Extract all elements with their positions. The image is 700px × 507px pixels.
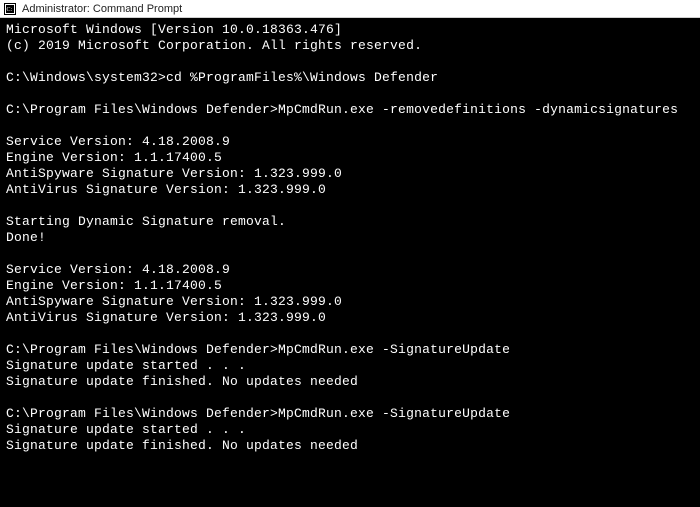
terminal-line: (c) 2019 Microsoft Corporation. All righ…	[6, 38, 694, 54]
terminal-line	[6, 326, 694, 342]
terminal-line: Service Version: 4.18.2008.9	[6, 262, 694, 278]
terminal-line: Signature update started . . .	[6, 422, 694, 438]
terminal-line	[6, 86, 694, 102]
terminal-line: Signature update started . . .	[6, 358, 694, 374]
terminal-line: C:\Windows\system32>cd %ProgramFiles%\Wi…	[6, 70, 694, 86]
window-title: Administrator: Command Prompt	[22, 3, 182, 15]
titlebar[interactable]: C: Administrator: Command Prompt	[0, 0, 700, 18]
terminal-line: AntiSpyware Signature Version: 1.323.999…	[6, 166, 694, 182]
terminal-line: C:\Program Files\Windows Defender>MpCmdR…	[6, 342, 694, 358]
cmd-icon: C:	[4, 3, 16, 15]
terminal-line: AntiVirus Signature Version: 1.323.999.0	[6, 182, 694, 198]
terminal-line: AntiVirus Signature Version: 1.323.999.0	[6, 310, 694, 326]
terminal-line	[6, 246, 694, 262]
terminal-line	[6, 54, 694, 70]
terminal-line: AntiSpyware Signature Version: 1.323.999…	[6, 294, 694, 310]
terminal-line	[6, 198, 694, 214]
terminal-line: Service Version: 4.18.2008.9	[6, 134, 694, 150]
terminal-line: Starting Dynamic Signature removal.	[6, 214, 694, 230]
terminal-line: Engine Version: 1.1.17400.5	[6, 278, 694, 294]
terminal-output[interactable]: Microsoft Windows [Version 10.0.18363.47…	[0, 18, 700, 507]
terminal-line	[6, 118, 694, 134]
terminal-line: Signature update finished. No updates ne…	[6, 374, 694, 390]
svg-text:C:: C:	[7, 7, 13, 13]
terminal-line: Done!	[6, 230, 694, 246]
terminal-line: C:\Program Files\Windows Defender>MpCmdR…	[6, 102, 694, 118]
terminal-line: Microsoft Windows [Version 10.0.18363.47…	[6, 22, 694, 38]
terminal-line: Signature update finished. No updates ne…	[6, 438, 694, 454]
terminal-line	[6, 390, 694, 406]
terminal-line: Engine Version: 1.1.17400.5	[6, 150, 694, 166]
terminal-line: C:\Program Files\Windows Defender>MpCmdR…	[6, 406, 694, 422]
cmd-window: C: Administrator: Command Prompt Microso…	[0, 0, 700, 507]
